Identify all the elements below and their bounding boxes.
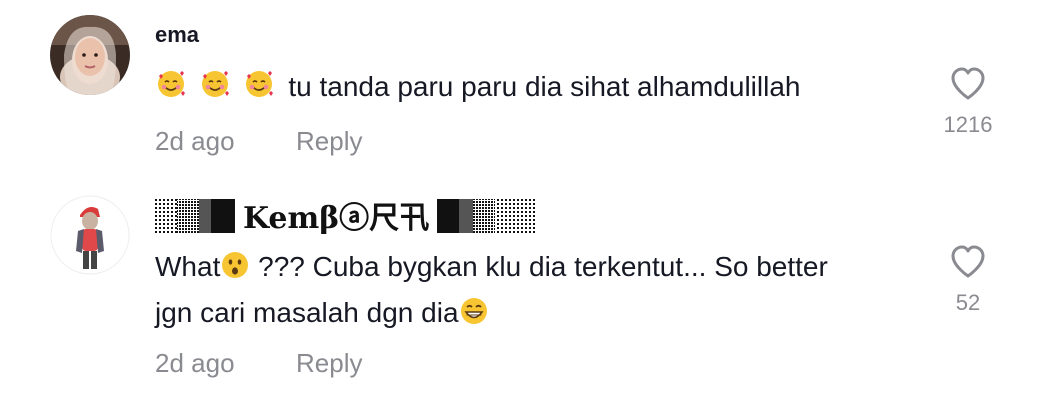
user-avatar-image <box>50 15 130 95</box>
like-count: 1216 <box>943 112 993 137</box>
smiling-face-with-hearts-icon <box>243 68 275 112</box>
comment-timestamp: 2d ago <box>155 126 235 156</box>
decorative-pattern-left <box>155 199 235 233</box>
smiling-face-with-hearts-icon <box>199 68 231 112</box>
reply-button[interactable]: Reply <box>296 348 362 378</box>
heart-icon[interactable] <box>948 64 988 104</box>
smiling-face-with-hearts-icon <box>155 68 187 112</box>
like-control: 1216 <box>938 64 998 138</box>
comment-item: ema tu tanda paru paru dia sihat alhamdu… <box>0 0 1042 180</box>
like-control: 52 <box>938 242 998 316</box>
avatar[interactable] <box>50 195 130 275</box>
grinning-face-icon <box>459 296 489 338</box>
comment-username[interactable]: ema <box>155 22 199 48</box>
hushed-face-icon <box>220 250 250 292</box>
comment-meta: 2d ago Reply <box>155 126 362 156</box>
comment-text-body: jgn cari masalah dgn dia <box>155 297 459 328</box>
comment-username[interactable]: Kemβⓐ尺卂 <box>155 195 537 236</box>
comment-item: Kemβⓐ尺卂 What ??? Cuba bygkan klu dia ter… <box>0 180 1042 414</box>
comment-text-body: ??? Cuba bygkan klu dia terkentut... So … <box>250 251 828 282</box>
comment-meta: 2d ago Reply <box>155 348 362 378</box>
comment-text: What ??? Cuba bygkan klu dia terkentut..… <box>155 246 915 338</box>
comment-text-body: What <box>155 251 221 282</box>
like-count: 52 <box>955 290 981 315</box>
comment-text-body: tu tanda paru paru dia sihat alhamdulill… <box>288 71 801 102</box>
heart-icon[interactable] <box>948 242 988 282</box>
user-avatar-image <box>50 195 130 275</box>
comment-timestamp: 2d ago <box>155 348 235 378</box>
comment-text: tu tanda paru paru dia sihat alhamdulill… <box>155 66 915 112</box>
avatar[interactable] <box>50 15 130 95</box>
decorative-pattern-right <box>437 199 536 233</box>
reply-button[interactable]: Reply <box>296 126 362 156</box>
